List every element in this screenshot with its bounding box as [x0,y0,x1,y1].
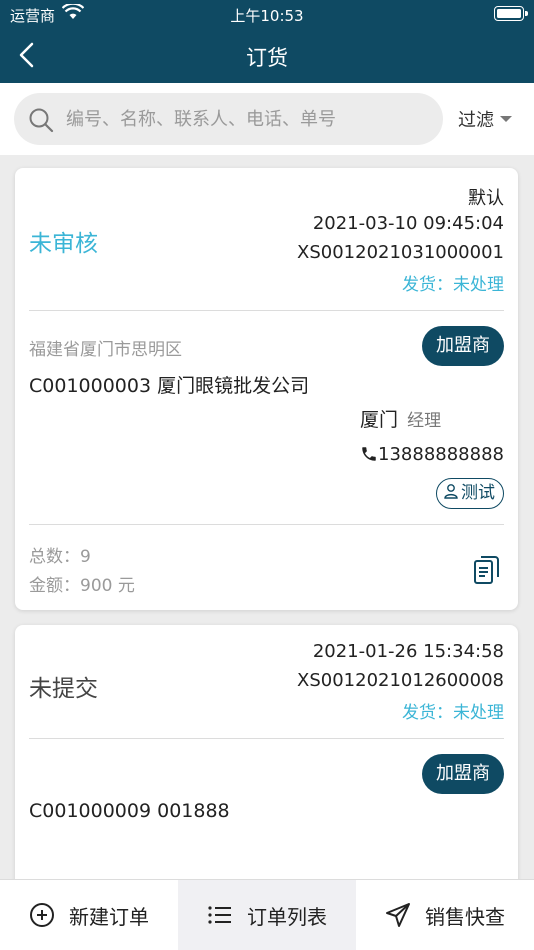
order-list: 默认 未审核 2021-03-10 09:45:04 XS00120210310… [0,155,534,950]
customer-name: C001000009 001888 [29,800,230,822]
phone-link[interactable]: 13888888888 [360,444,504,465]
order-amount: 金额：900 元 [29,576,135,596]
battery-icon [494,6,528,21]
tab-order-list[interactable]: 订单列表 [178,880,356,950]
order-number: XS0012021031000001 [297,242,504,263]
search-icon [28,107,54,137]
status-bar: 运营商 上午10:53 [0,0,534,28]
customer-name: C001000003 厦门眼镜批发公司 [29,375,310,397]
copy-document-icon [474,556,499,584]
phone-number: 13888888888 [378,444,504,465]
contact: 厦门 经理 [360,405,441,432]
order-datetime: 2021-01-26 15:34:58 [312,641,504,662]
salesperson-tag: 测试 [436,478,504,509]
order-card[interactable]: 默认 未审核 2021-03-10 09:45:04 XS00120210310… [15,168,518,610]
tab-sales-query[interactable]: 销售快查 [356,880,534,950]
customer-type-badge: 加盟商 [422,754,504,794]
order-number: XS0012021012600008 [297,670,504,691]
contact-role: 经理 [407,411,442,431]
tab-label: 销售快查 [425,904,505,929]
divider [29,524,504,525]
tab-new-order[interactable]: 新建订单 [0,880,178,950]
contact-name: 厦门 [360,409,399,431]
shipping-status: 发货：未处理 [402,275,504,295]
plus-circle-icon [30,903,54,927]
clock: 上午10:53 [230,7,304,25]
customer-type-badge: 加盟商 [422,326,504,366]
list-icon [208,906,231,924]
divider [29,310,504,311]
search-input[interactable] [66,93,436,145]
user-icon [444,484,458,499]
salesperson-name: 测试 [461,483,495,503]
tab-bar: 新建订单 订单列表 销售快查 [0,879,534,950]
default-label: 默认 [468,188,504,209]
caret-down-icon [500,116,512,122]
copy-order-button[interactable] [472,554,502,590]
search-box[interactable] [14,93,443,145]
divider [29,738,504,739]
header: 运营商 上午10:53 订货 [0,0,534,83]
phone-icon [362,447,376,461]
shipping-status: 发货：未处理 [402,703,504,723]
search-bar: 过滤 [0,83,534,155]
page-title: 订货 [246,46,288,70]
send-arrow-icon [386,903,410,927]
tab-label: 订单列表 [247,904,327,929]
order-datetime: 2021-03-10 09:45:04 [312,213,504,234]
total-count: 总数：9 [29,547,91,567]
customer-address: 福建省厦门市思明区 [29,340,182,360]
nav-bar: 订货 [0,28,534,83]
order-status: 未提交 [29,676,98,702]
filter-label: 过滤 [458,110,494,131]
order-status: 未审核 [29,231,98,257]
filter-button[interactable]: 过滤 [458,106,512,132]
tab-label: 新建订单 [69,904,149,929]
